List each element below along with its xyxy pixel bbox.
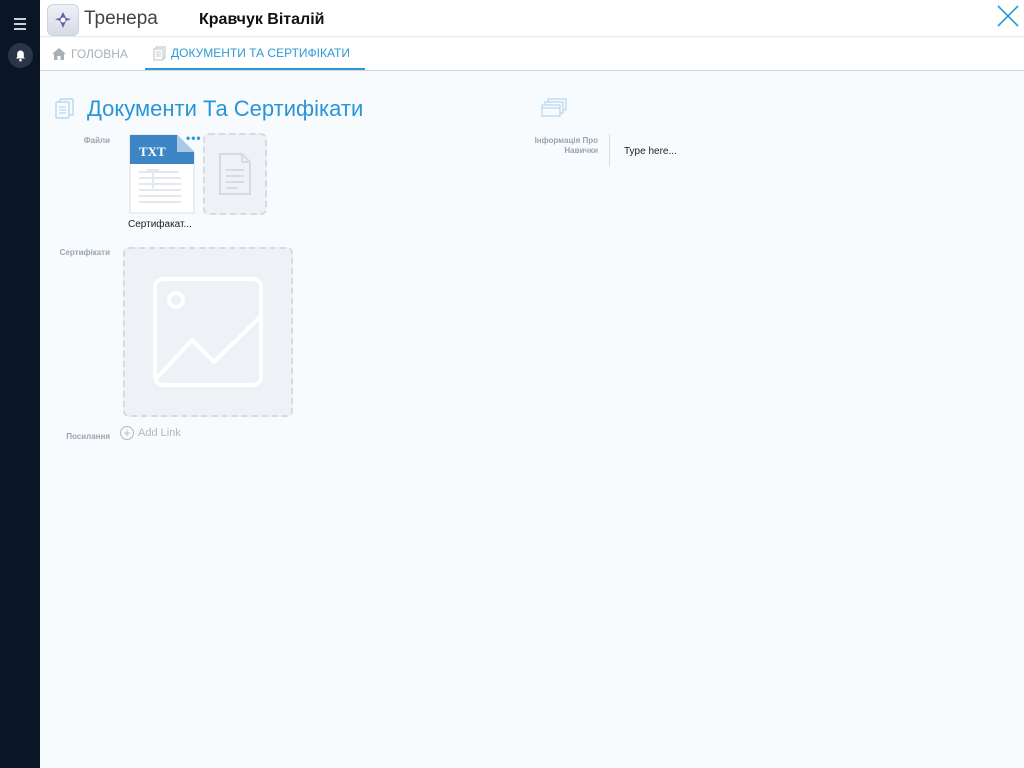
- sidebar: [0, 0, 40, 768]
- files-label: Файли: [83, 136, 110, 145]
- hamburger-menu-icon[interactable]: [8, 12, 32, 32]
- tab-documents[interactable]: ДОКУМЕНТИ ТА СЕРТИФІКАТИ: [145, 38, 365, 70]
- file-placeholder-icon: [219, 153, 251, 195]
- image-placeholder-icon: [153, 277, 263, 387]
- plus-circle-icon: +: [120, 426, 134, 440]
- tab-home[interactable]: ГОЛОВНА: [51, 38, 128, 70]
- notification-bell-icon[interactable]: [8, 43, 33, 68]
- header: Тренера Кравчук Віталій: [40, 0, 1024, 37]
- skills-info-label: Інформація Про Навички: [534, 136, 598, 155]
- add-link-button[interactable]: + Add Link: [120, 426, 181, 440]
- certificate-upload-dropzone[interactable]: [123, 247, 293, 417]
- file-upload-dropzone[interactable]: [203, 133, 267, 215]
- document-icon: [153, 46, 167, 61]
- field-divider: [609, 134, 610, 167]
- page-title: Документи Та Сертифікати: [87, 96, 364, 121]
- links-label: Посилання: [66, 432, 110, 441]
- stacked-cards-icon: [540, 98, 568, 125]
- tab-label: ГОЛОВНА: [71, 47, 128, 61]
- file-type-label: TXT: [139, 144, 166, 159]
- file-name: Сертифакат...: [128, 219, 192, 230]
- home-icon: [51, 47, 67, 61]
- app-title: Тренера: [84, 8, 158, 29]
- close-icon[interactable]: [996, 4, 1020, 28]
- documents-icon: [55, 98, 75, 125]
- certificates-label: Сертифікати: [59, 248, 110, 257]
- tab-label: ДОКУМЕНТИ ТА СЕРТИФІКАТИ: [171, 46, 350, 60]
- add-link-label: Add Link: [138, 427, 181, 439]
- skills-info-input[interactable]: [624, 143, 1004, 159]
- tab-bar: ГОЛОВНА ДОКУМЕНТИ ТА СЕРТИФІКАТИ: [40, 38, 1024, 71]
- user-name: Кравчук Віталій: [199, 11, 325, 28]
- app-logo: [47, 4, 79, 36]
- more-options-icon[interactable]: •••: [186, 132, 202, 144]
